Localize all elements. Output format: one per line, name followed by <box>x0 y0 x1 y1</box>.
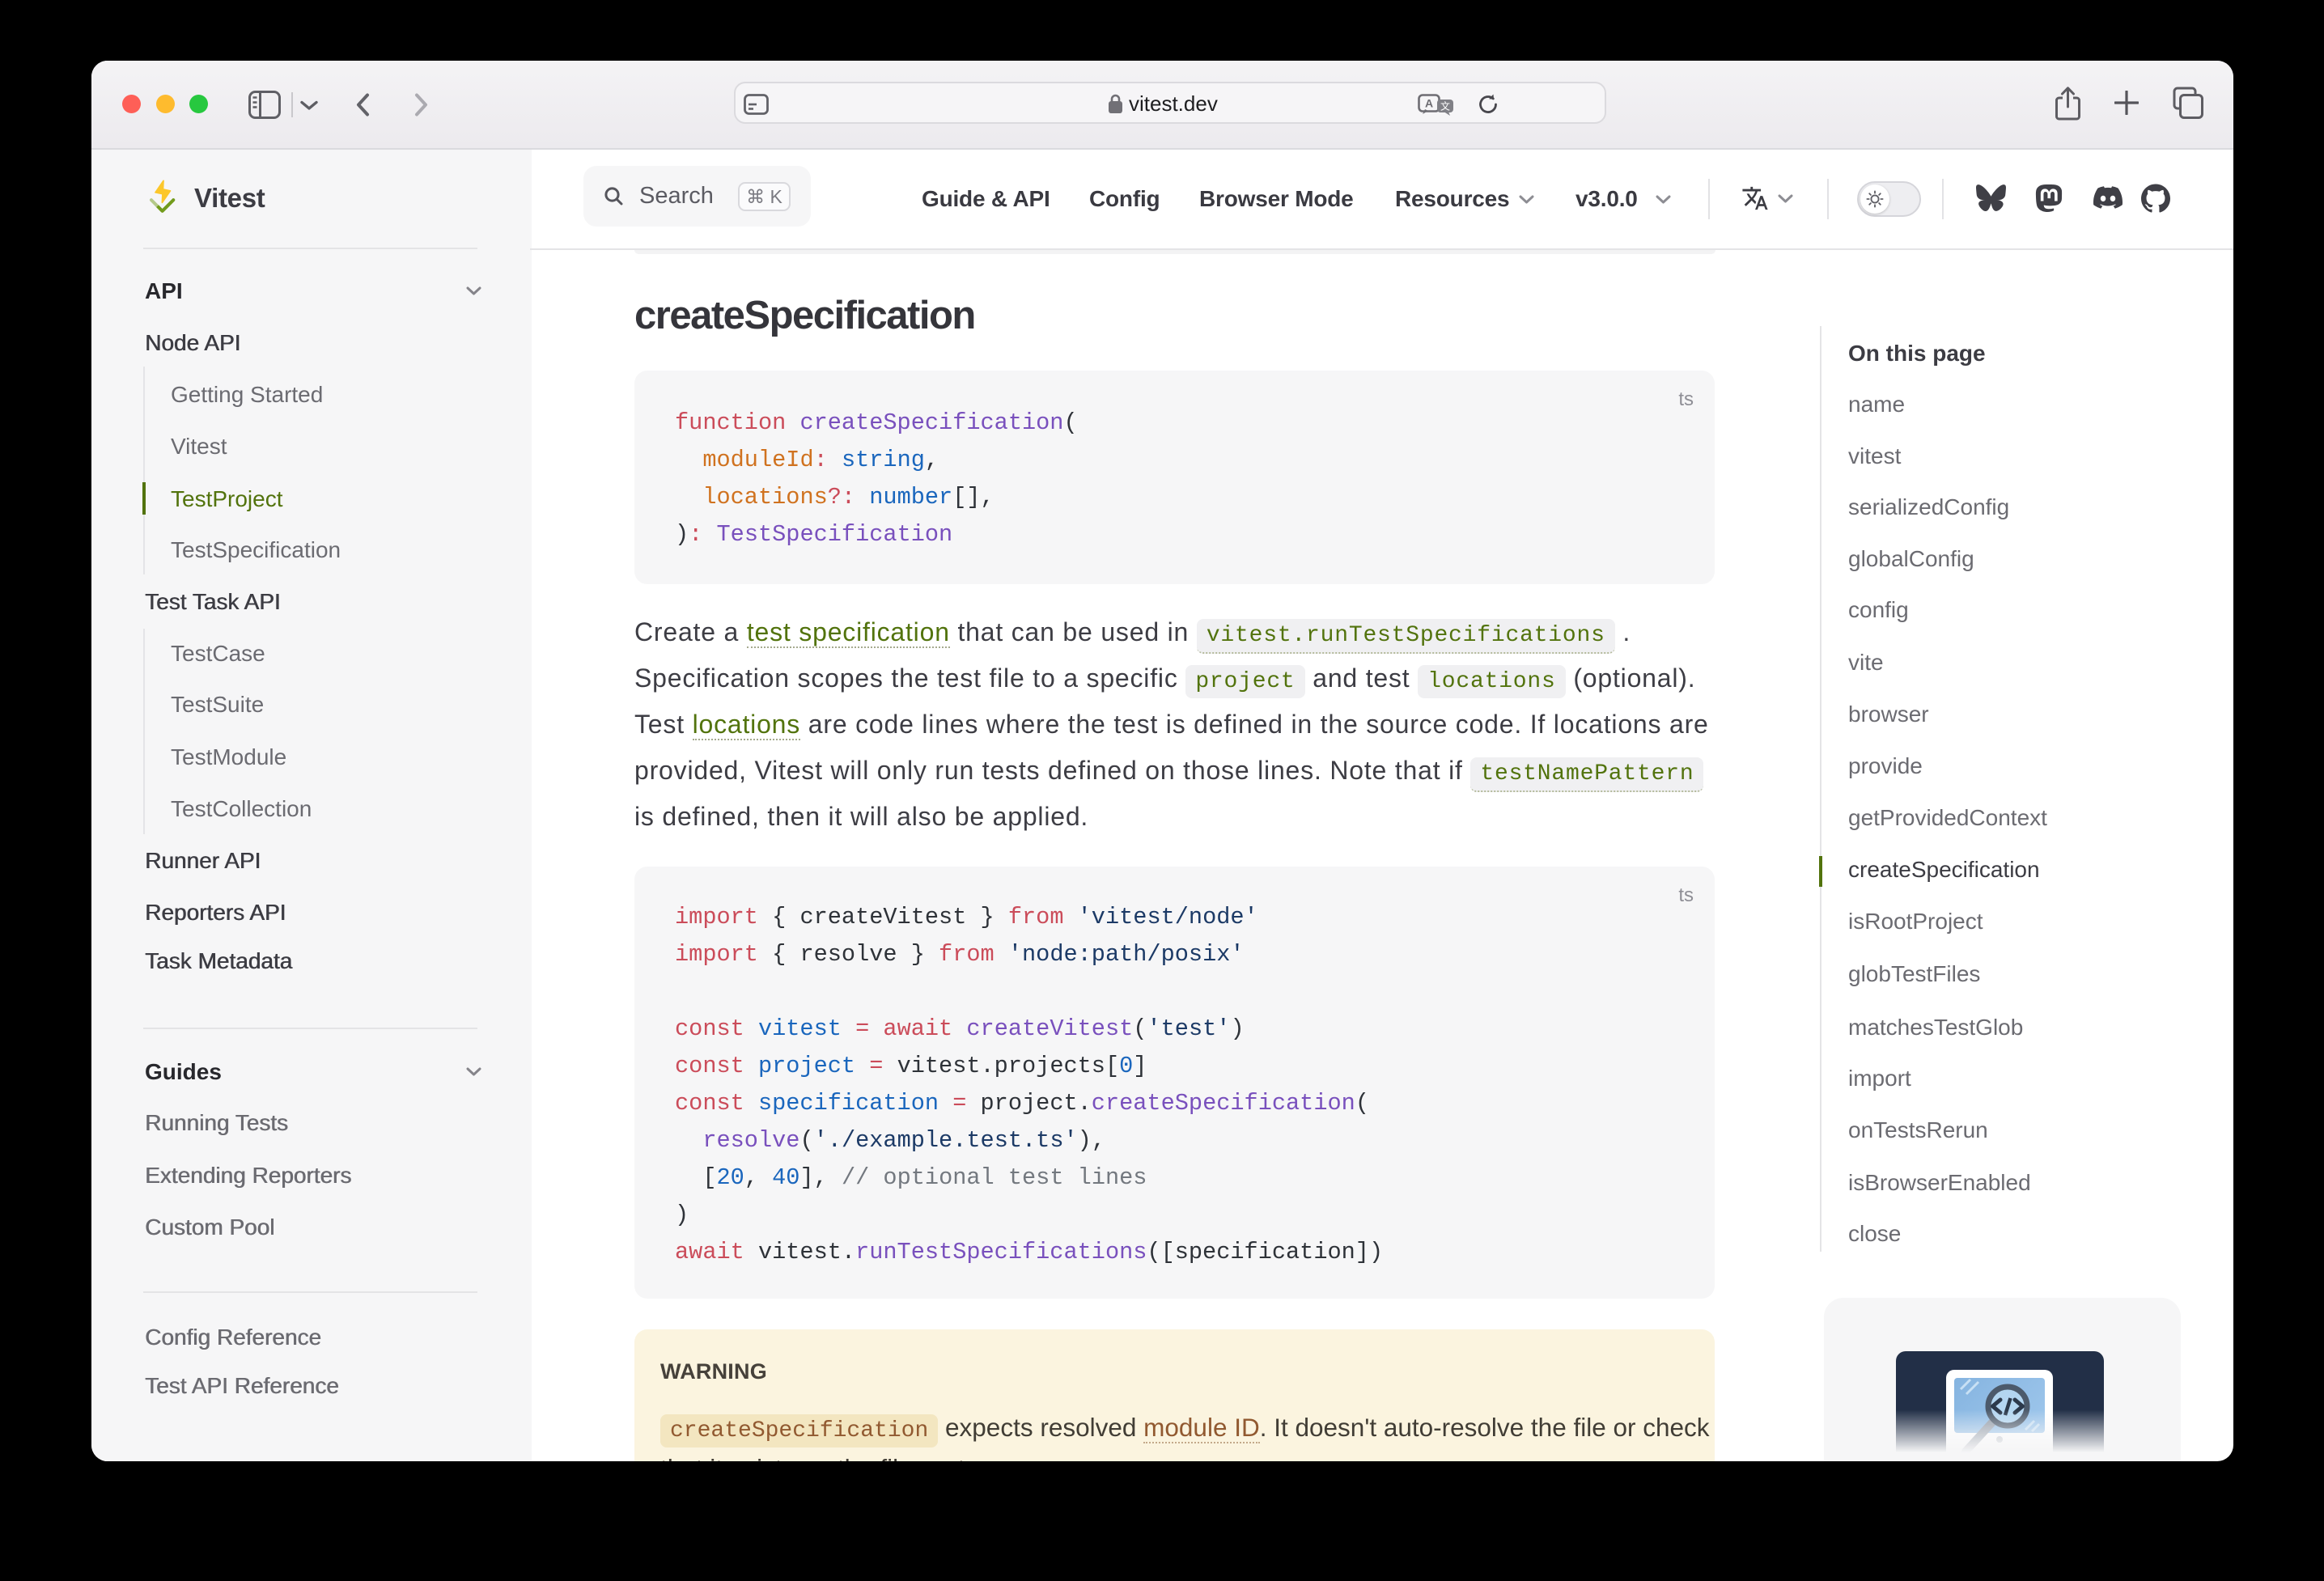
svg-text:文: 文 <box>1440 100 1450 112</box>
svg-text:A: A <box>1425 97 1433 110</box>
